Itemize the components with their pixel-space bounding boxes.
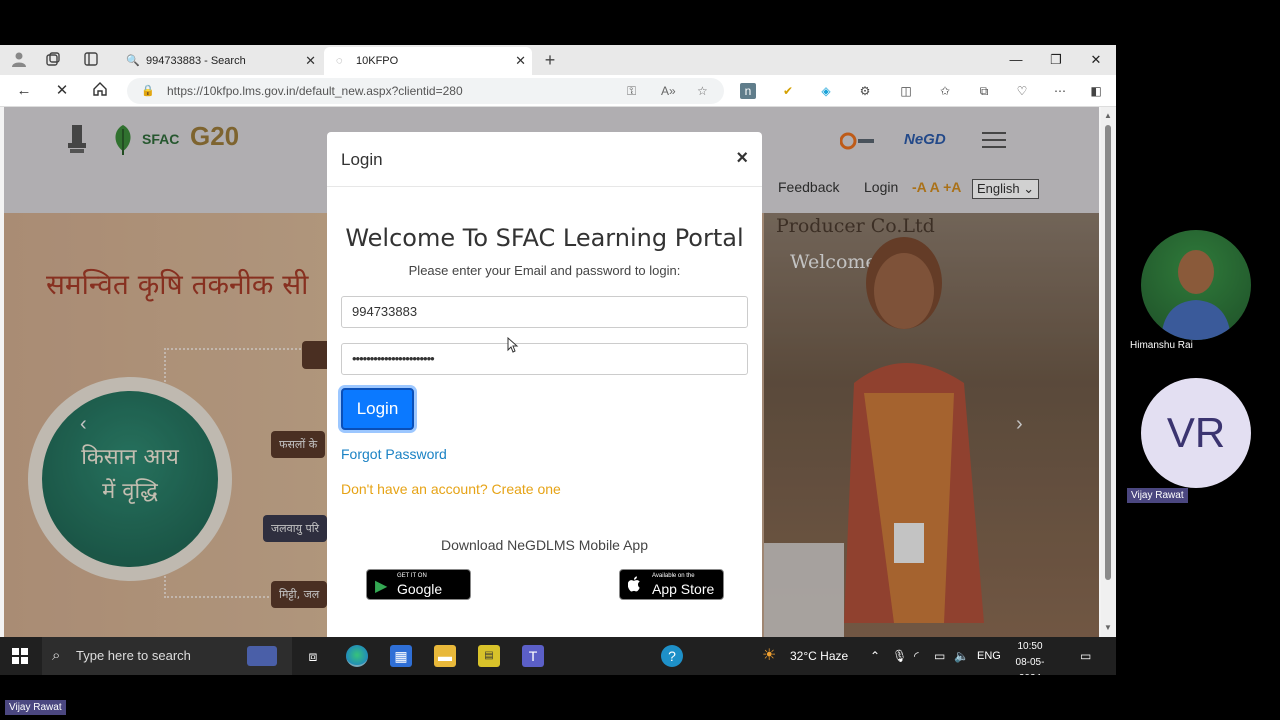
start-icon[interactable]: [12, 648, 28, 664]
login-instruction: Please enter your Email and password to …: [408, 263, 681, 278]
login-button[interactable]: Login: [341, 388, 414, 430]
create-account-link[interactable]: Don't have an account? Create one: [341, 481, 561, 497]
help-icon[interactable]: ?: [661, 645, 683, 667]
google-play-badge[interactable]: ▶ GET IT ON Google play: [366, 569, 471, 613]
taskbar-search[interactable]: ⌕ Type here to search: [42, 637, 292, 675]
google-badge-big: Google play: [397, 581, 443, 613]
url-text: https://10kfpo.lms.gov.in/default_new.as…: [167, 84, 463, 98]
read-aloud-icon[interactable]: A»: [661, 78, 676, 104]
taskbar-search-placeholder: Type here to search: [76, 648, 191, 663]
google-play-icon: ▶: [375, 578, 388, 595]
stop-loading-icon[interactable]: ✕: [52, 81, 72, 101]
weather-text[interactable]: 32°C Haze: [790, 637, 848, 675]
extension-shield-icon[interactable]: ◈: [818, 83, 834, 99]
microphone-icon[interactable]: 🎙: [892, 637, 907, 675]
tab-actions-icon[interactable]: [82, 51, 100, 69]
volume-icon[interactable]: 🔈: [954, 637, 969, 675]
scroll-up-icon[interactable]: ▲: [1104, 111, 1112, 120]
tab-label: 994733883 - Search: [146, 55, 246, 67]
browser-toolbar: ← ✕ 🔒 https://10kfpo.lms.gov.in/default_…: [0, 75, 1116, 107]
email-field[interactable]: 994733883: [341, 296, 748, 328]
tab-10kfpo[interactable]: ◌ 10KFPO ✕: [324, 47, 532, 75]
login-modal: Login × Welcome To SFAC Learning Portal …: [327, 132, 762, 637]
more-options-icon[interactable]: ⋯: [1052, 83, 1068, 99]
wifi-icon[interactable]: ◜: [914, 637, 919, 675]
search-icon: 🔍: [126, 55, 140, 67]
browser-tab-bar: 🔍 994733883 - Search ✕ ◌ 10KFPO ✕ + — ❐ …: [0, 45, 1116, 75]
modal-divider: [327, 186, 762, 187]
tab-label: 10KFPO: [356, 55, 399, 67]
search-icon: ⌕: [52, 647, 61, 664]
new-tab-icon[interactable]: +: [541, 51, 559, 69]
language-indicator[interactable]: ENG: [977, 637, 1001, 675]
close-window-icon[interactable]: ✕: [1076, 45, 1116, 75]
password-field[interactable]: •••••••••••••••••••••••: [341, 343, 748, 375]
modal-close-button[interactable]: ×: [736, 148, 748, 168]
extension-check-icon[interactable]: ✔: [780, 83, 796, 99]
participant-name: Himanshu Rai: [1130, 340, 1193, 351]
edge-browser-icon[interactable]: [346, 645, 368, 667]
search-highlight-icon: [247, 646, 277, 666]
file-explorer-icon[interactable]: ▬: [434, 645, 456, 667]
modal-title: Login: [341, 150, 383, 169]
favorite-star-icon[interactable]: ☆: [697, 78, 708, 104]
extension-n-icon[interactable]: n: [740, 83, 756, 99]
close-tab-icon[interactable]: ✕: [305, 47, 316, 75]
workspaces-icon[interactable]: [44, 51, 62, 69]
page-scrollbar[interactable]: ▲ ▼: [1101, 107, 1116, 637]
scrollbar-thumb[interactable]: [1105, 125, 1111, 580]
home-icon[interactable]: [90, 81, 110, 101]
desktop-screen: 🔍 994733883 - Search ✕ ◌ 10KFPO ✕ + — ❐ …: [0, 45, 1116, 675]
address-bar[interactable]: 🔒 https://10kfpo.lms.gov.in/default_new.…: [127, 78, 724, 104]
clock-time: 10:50: [1017, 641, 1043, 652]
app-store-badge[interactable]: Available on the App Store: [619, 569, 724, 600]
close-tab-icon[interactable]: ✕: [515, 47, 526, 75]
favorites-icon[interactable]: ✩: [937, 83, 953, 99]
notifications-icon[interactable]: ▭: [1080, 637, 1091, 675]
scroll-down-icon[interactable]: ▼: [1104, 623, 1112, 632]
apple-icon: [627, 576, 642, 597]
windows-taskbar: ⌕ Type here to search ⧈ ▦ ▬ ▤ T ? ☀ 32°C…: [0, 637, 1116, 675]
participant-name-tag: Vijay Rawat: [1127, 488, 1188, 503]
google-badge-small: GET IT ON: [397, 573, 427, 579]
profile-icon[interactable]: [10, 51, 28, 69]
download-app-heading: Download NeGDLMS Mobile App: [441, 537, 648, 553]
tray-chevron-icon[interactable]: ⌃: [870, 637, 880, 675]
back-icon[interactable]: ←: [14, 81, 34, 101]
participant-avatar-photo: [1141, 230, 1251, 340]
teams-icon[interactable]: T: [522, 645, 544, 667]
clock-date: 08-05-2024: [1015, 657, 1045, 675]
self-name-tag: Vijay Rawat: [5, 700, 66, 715]
browser-essentials-icon[interactable]: ♡: [1014, 83, 1030, 99]
sidebar-toggle-icon[interactable]: ◧: [1088, 83, 1104, 99]
extensions-icon[interactable]: ⚙: [857, 83, 873, 99]
lock-icon: 🔒: [141, 85, 155, 97]
loading-spinner-icon: ◌: [336, 55, 343, 67]
welcome-heading: Welcome To SFAC Learning Portal: [345, 224, 744, 252]
mouse-cursor-icon: [507, 336, 519, 356]
forgot-password-link[interactable]: Forgot Password: [341, 446, 447, 462]
collections-icon[interactable]: ⧉: [976, 83, 992, 99]
split-screen-icon[interactable]: ◫: [898, 83, 914, 99]
restore-icon[interactable]: ❐: [1036, 45, 1076, 75]
task-view-icon[interactable]: ⧈: [302, 645, 324, 667]
store-icon[interactable]: ▦: [390, 645, 412, 667]
app-icon[interactable]: ▤: [478, 645, 500, 667]
apple-badge-big: App Store: [652, 581, 715, 597]
tab-search[interactable]: 🔍 994733883 - Search ✕: [114, 47, 322, 75]
key-icon[interactable]: ⚿: [627, 78, 636, 104]
participant-initials-avatar: VR: [1141, 378, 1251, 488]
web-page: SFAC G20 NeGD Feedback Login -A A +A Eng…: [4, 107, 1099, 637]
minimize-icon[interactable]: —: [996, 45, 1036, 75]
apple-badge-small: Available on the: [652, 573, 695, 579]
battery-icon[interactable]: ▭: [934, 637, 945, 675]
weather-icon[interactable]: ☀: [762, 637, 776, 675]
clock[interactable]: 10:50 08-05-2024: [1008, 639, 1052, 675]
